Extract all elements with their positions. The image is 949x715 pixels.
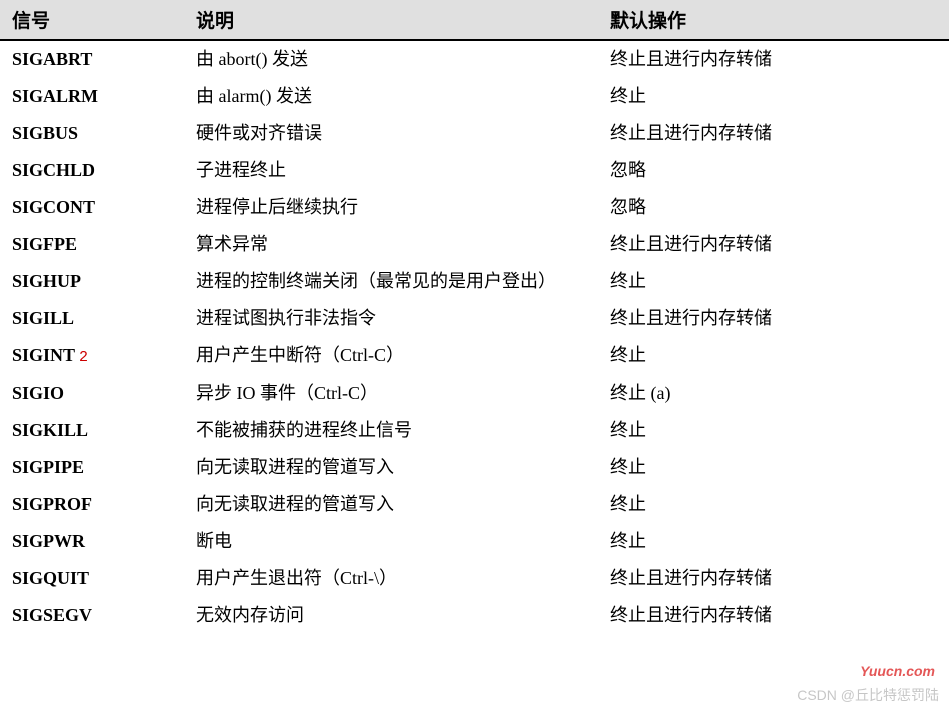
signal-name: SIGILL [12,308,74,328]
cell-desc: 无效内存访问 [184,597,598,634]
signal-name: SIGINT [12,345,75,365]
cell-action: 终止 [598,263,949,300]
cell-signal: SIGCONT [0,189,184,226]
table-row: SIGILL 进程试图执行非法指令终止且进行内存转储 [0,300,949,337]
table-row: SIGPIPE 向无读取进程的管道写入终止 [0,449,949,486]
cell-action: 终止 [598,449,949,486]
table-row: SIGABRT 由 abort() 发送终止且进行内存转储 [0,40,949,78]
signal-name: SIGCHLD [12,160,95,180]
table-row: SIGINT2用户产生中断符（Ctrl-C）终止 [0,337,949,375]
page-container: 信号 说明 默认操作 SIGABRT由 abort() 发送终止且进行内存转储S… [0,0,949,715]
table-body: SIGABRT由 abort() 发送终止且进行内存转储SIGALRM由 ala… [0,40,949,634]
signal-name: SIGIO [12,383,64,403]
cell-signal: SIGSEGV [0,597,184,634]
cell-desc: 由 alarm() 发送 [184,78,598,115]
cell-action: 终止 [598,337,949,375]
watermark-site: Yuucn.com [860,663,935,679]
signal-annotation: 2 [79,349,88,366]
signal-name: SIGPWR [12,531,85,551]
header-action: 默认操作 [598,0,949,40]
table-row: SIGPWR 断电终止 [0,523,949,560]
signal-name: SIGCONT [12,197,95,217]
table-row: SIGPROF 向无读取进程的管道写入终止 [0,486,949,523]
cell-signal: SIGFPE [0,226,184,263]
cell-signal: SIGCHLD [0,152,184,189]
signal-name: SIGFPE [12,234,77,254]
table-row: SIGCONT 进程停止后继续执行忽略 [0,189,949,226]
cell-desc: 用户产生退出符（Ctrl-\） [184,560,598,597]
cell-action: 终止且进行内存转储 [598,560,949,597]
cell-action: 终止 [598,412,949,449]
cell-desc: 算术异常 [184,226,598,263]
table-row: SIGSEGV 无效内存访问终止且进行内存转储 [0,597,949,634]
cell-action: 终止 [598,523,949,560]
cell-desc: 硬件或对齐错误 [184,115,598,152]
cell-desc: 向无读取进程的管道写入 [184,486,598,523]
table-row: SIGBUS 硬件或对齐错误终止且进行内存转储 [0,115,949,152]
signal-name: SIGALRM [12,86,98,106]
table-row: SIGKILL 不能被捕获的进程终止信号终止 [0,412,949,449]
cell-signal: SIGPIPE [0,449,184,486]
cell-desc: 向无读取进程的管道写入 [184,449,598,486]
cell-signal: SIGKILL [0,412,184,449]
table-header: 信号 说明 默认操作 [0,0,949,40]
cell-signal: SIGIO [0,375,184,412]
cell-action: 终止且进行内存转储 [598,115,949,152]
cell-desc: 断电 [184,523,598,560]
cell-desc: 不能被捕获的进程终止信号 [184,412,598,449]
cell-desc: 进程停止后继续执行 [184,189,598,226]
signal-name: SIGPROF [12,494,92,514]
cell-action: 终止且进行内存转储 [598,300,949,337]
cell-action: 忽略 [598,152,949,189]
signal-name: SIGBUS [12,123,78,143]
signal-name: SIGQUIT [12,568,89,588]
table-row: SIGFPE 算术异常终止且进行内存转储 [0,226,949,263]
signal-name: SIGHUP [12,271,81,291]
cell-signal: SIGALRM [0,78,184,115]
signal-name: SIGKILL [12,420,88,440]
cell-signal: SIGQUIT [0,560,184,597]
signal-name: SIGPIPE [12,457,84,477]
cell-desc: 子进程终止 [184,152,598,189]
cell-desc: 用户产生中断符（Ctrl-C） [184,337,598,375]
cell-action: 终止且进行内存转储 [598,597,949,634]
table-row: SIGHUP 进程的控制终端关闭（最常见的是用户登出）终止 [0,263,949,300]
header-row: 信号 说明 默认操作 [0,0,949,40]
signals-table: 信号 说明 默认操作 SIGABRT由 abort() 发送终止且进行内存转储S… [0,0,949,634]
table-row: SIGCHLD 子进程终止忽略 [0,152,949,189]
table-row: SIGALRM 由 alarm() 发送终止 [0,78,949,115]
cell-signal: SIGINT2 [0,337,184,375]
cell-signal: SIGPROF [0,486,184,523]
cell-desc: 进程试图执行非法指令 [184,300,598,337]
table-row: SIGIO 异步 IO 事件（Ctrl-C）终止 (a) [0,375,949,412]
cell-signal: SIGHUP [0,263,184,300]
header-desc: 说明 [184,0,598,40]
cell-signal: SIGBUS [0,115,184,152]
cell-signal: SIGILL [0,300,184,337]
cell-action: 终止 [598,78,949,115]
table-row: SIGQUIT 用户产生退出符（Ctrl-\）终止且进行内存转储 [0,560,949,597]
watermark-author: CSDN @丘比特惩罚陆 [797,685,939,705]
cell-action: 忽略 [598,189,949,226]
cell-signal: SIGPWR [0,523,184,560]
cell-action: 终止 [598,486,949,523]
cell-action: 终止且进行内存转储 [598,226,949,263]
cell-action: 终止 (a) [598,375,949,412]
header-signal: 信号 [0,0,184,40]
cell-desc: 异步 IO 事件（Ctrl-C） [184,375,598,412]
signal-name: SIGABRT [12,49,92,69]
cell-signal: SIGABRT [0,40,184,78]
cell-desc: 由 abort() 发送 [184,40,598,78]
cell-action: 终止且进行内存转储 [598,40,949,78]
signal-name: SIGSEGV [12,605,92,625]
cell-desc: 进程的控制终端关闭（最常见的是用户登出） [184,263,598,300]
